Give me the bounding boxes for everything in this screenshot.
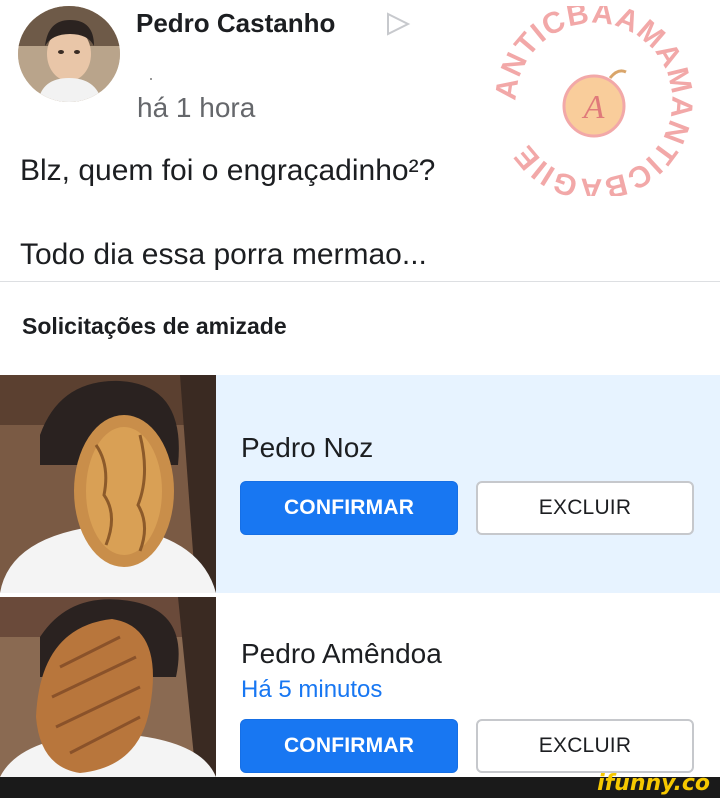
separator-dot: [150, 78, 152, 80]
request-name[interactable]: Pedro Noz: [241, 432, 373, 464]
confirm-button[interactable]: CONFIRMAR: [240, 481, 458, 535]
friend-request-item: Pedro Amêndoa Há 5 minutos CONFIRMAR EXC…: [0, 597, 720, 777]
request-photo[interactable]: [0, 375, 216, 593]
confirm-button[interactable]: CONFIRMAR: [240, 719, 458, 773]
avatar[interactable]: [18, 6, 120, 102]
delete-button[interactable]: EXCLUIR: [476, 481, 694, 535]
delete-button[interactable]: EXCLUIR: [476, 719, 694, 773]
request-name[interactable]: Pedro Amêndoa: [241, 638, 442, 670]
post-text-line: Todo dia essa porra mermao...: [20, 238, 427, 271]
friend-requests-title: Solicitações de amizade: [22, 313, 287, 339]
post-text-line: Blz, quem foi o engraçadinho²?: [20, 154, 436, 187]
post-author-name[interactable]: Pedro Castanho: [136, 8, 335, 39]
post-timestamp[interactable]: há 1 hora: [137, 92, 255, 124]
request-photo[interactable]: [0, 597, 216, 777]
watermark-letter: A: [582, 89, 605, 126]
watermark-logo: ANTICBAAMAMANTICBAGIIE A: [489, 0, 697, 205]
divider: [0, 281, 720, 282]
friend-request-item: Pedro Noz CONFIRMAR EXCLUIR: [0, 375, 720, 593]
play-arrow-icon: [384, 12, 412, 36]
ifunny-logo: ifunny.co: [597, 771, 710, 796]
request-time: Há 5 minutos: [241, 676, 383, 703]
